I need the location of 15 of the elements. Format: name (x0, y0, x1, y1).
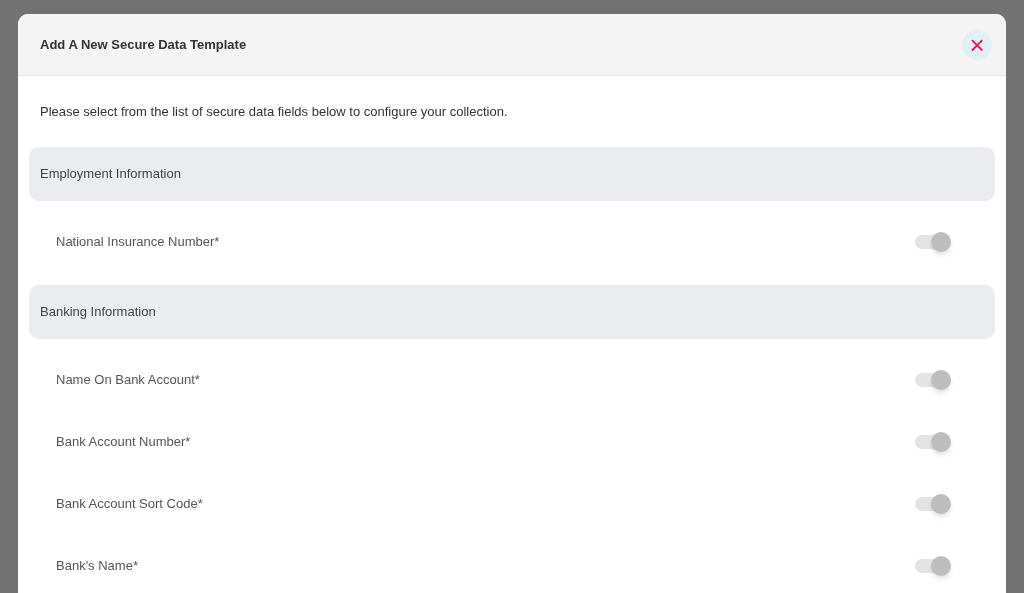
field-label: Bank Account Sort Code* (56, 494, 203, 513)
toggle-switch[interactable] (915, 558, 949, 573)
field-label: Bank's Name* (56, 556, 138, 575)
section-title: Employment Information (40, 164, 181, 183)
toggle-switch[interactable] (915, 234, 949, 249)
field-label: Bank Account Number* (56, 432, 191, 451)
toggle-switch[interactable] (915, 372, 949, 387)
close-button[interactable]: × (962, 29, 992, 60)
field-label: Name On Bank Account* (56, 370, 200, 389)
field-label: National Insurance Number* (56, 232, 220, 251)
section-title: Banking Information (40, 302, 156, 321)
dialog-title: Add A New Secure Data Template (40, 35, 247, 54)
description: Please select from the list of secure data fields below to configure your collection. (39, 103, 509, 121)
toggle-switch[interactable] (915, 496, 949, 511)
toggle-switch[interactable] (915, 434, 949, 449)
